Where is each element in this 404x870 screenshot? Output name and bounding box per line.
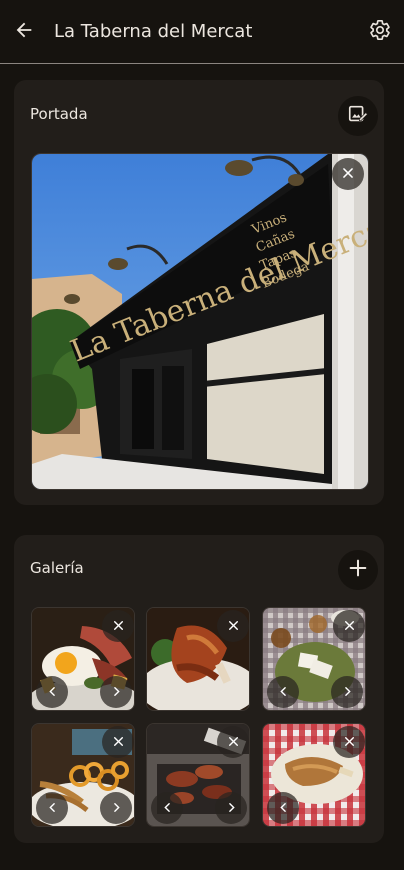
- close-icon: [227, 617, 240, 636]
- back-button[interactable]: [8, 16, 40, 48]
- close-icon: [341, 165, 355, 184]
- move-right-button[interactable]: [100, 792, 132, 824]
- close-icon: [112, 617, 125, 636]
- remove-photo-button[interactable]: [102, 610, 134, 642]
- chevron-left-icon: [46, 799, 59, 818]
- remove-photo-button[interactable]: [333, 610, 365, 642]
- cover-photo: La Taberna del Mercat Vinos Cañas Tapas …: [31, 153, 369, 490]
- settings-button[interactable]: [364, 16, 396, 48]
- gallery-item-3[interactable]: [262, 607, 366, 711]
- edit-cover-button[interactable]: [338, 96, 378, 136]
- chevron-left-icon: [277, 683, 290, 702]
- move-right-button[interactable]: [100, 676, 132, 708]
- chevron-left-icon: [46, 683, 59, 702]
- chevron-left-icon: [161, 799, 174, 818]
- close-icon: [343, 617, 356, 636]
- move-left-button[interactable]: [36, 792, 68, 824]
- chevron-right-icon: [225, 799, 238, 818]
- move-left-button[interactable]: [36, 676, 68, 708]
- chevron-right-icon: [110, 683, 123, 702]
- add-photo-button[interactable]: [338, 550, 378, 590]
- remove-cover-button[interactable]: [332, 158, 364, 190]
- gallery-section-title: Galería: [30, 559, 84, 577]
- remove-photo-button[interactable]: [217, 726, 249, 758]
- move-left-button[interactable]: [267, 792, 299, 824]
- app-bar: La Taberna del Mercat: [0, 0, 404, 64]
- arrow-left-icon: [13, 19, 35, 45]
- close-icon: [343, 733, 356, 752]
- move-left-button[interactable]: [151, 792, 183, 824]
- chevron-right-icon: [341, 683, 354, 702]
- remove-photo-button[interactable]: [102, 726, 134, 758]
- move-right-button[interactable]: [215, 792, 247, 824]
- close-icon: [112, 733, 125, 752]
- remove-photo-button[interactable]: [217, 610, 249, 642]
- gallery-item-6[interactable]: [262, 723, 366, 827]
- move-left-button[interactable]: [267, 676, 299, 708]
- edit-image-icon: [347, 103, 369, 129]
- chevron-right-icon: [110, 799, 123, 818]
- page-title: La Taberna del Mercat: [54, 21, 253, 42]
- gallery-item-4[interactable]: [31, 723, 135, 827]
- move-right-button[interactable]: [331, 676, 363, 708]
- close-icon: [227, 733, 240, 752]
- plus-icon: [347, 557, 369, 583]
- gallery-item-1[interactable]: [31, 607, 135, 711]
- gallery-item-5[interactable]: [146, 723, 250, 827]
- gallery-item-2[interactable]: [146, 607, 250, 711]
- chevron-left-icon: [277, 799, 290, 818]
- gear-icon: [369, 19, 391, 45]
- cover-section-title: Portada: [30, 105, 88, 123]
- remove-photo-button[interactable]: [333, 726, 365, 758]
